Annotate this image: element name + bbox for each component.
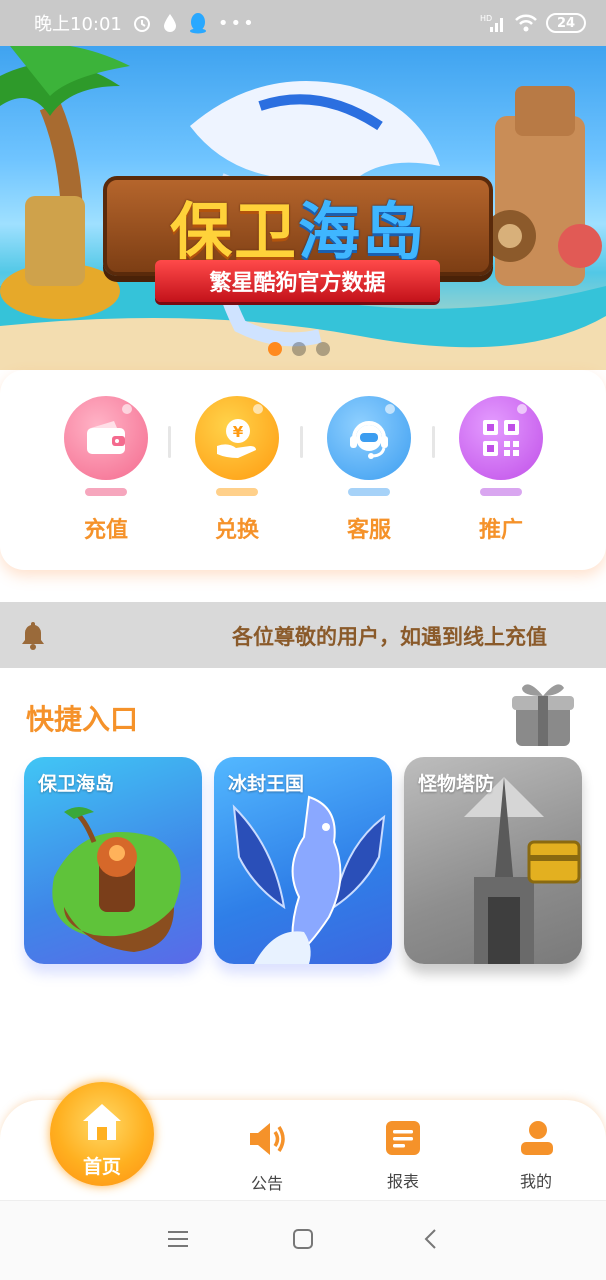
game-banner[interactable]: 保卫海岛 繁星酷狗官方数据 bbox=[0, 46, 606, 370]
gift-box-icon[interactable] bbox=[508, 678, 578, 754]
banner-subtitle-ribbon: 繁星酷狗官方数据 bbox=[155, 260, 440, 302]
nav-home-button[interactable]: 首页 bbox=[50, 1082, 154, 1186]
promote-button[interactable]: 推广 bbox=[446, 396, 556, 544]
quick-entry-tile[interactable]: 保卫海岛 bbox=[24, 757, 202, 964]
nav-report[interactable]: 报表 bbox=[368, 1118, 438, 1192]
yuan-hand-icon: ¥ bbox=[195, 396, 279, 480]
nav-label: 我的 bbox=[519, 1172, 552, 1191]
tile-name: 冰封王国 bbox=[228, 773, 305, 795]
user-icon bbox=[516, 1121, 556, 1162]
svg-text:¥: ¥ bbox=[233, 423, 244, 441]
banner-title-part1: 保卫 bbox=[169, 195, 298, 268]
quick-entry-title: 快捷入口 bbox=[26, 703, 139, 736]
recharge-button[interactable]: 充值 bbox=[51, 396, 161, 544]
status-time: 晚上10:01 bbox=[34, 14, 122, 35]
more-icon: ••• bbox=[217, 12, 256, 34]
tile-name: 保卫海岛 bbox=[38, 773, 115, 795]
notice-text: 各位尊敬的用户，如遇到线上充值 bbox=[232, 625, 547, 649]
nav-profile[interactable]: 我的 bbox=[501, 1118, 571, 1192]
banner-title: 保卫海岛 bbox=[170, 181, 426, 271]
home-icon bbox=[80, 1100, 124, 1148]
exchange-button[interactable]: ¥ 兑换 bbox=[182, 396, 292, 544]
quick-entry-tile[interactable]: 怪物塔防 bbox=[404, 757, 582, 964]
banner-pagination bbox=[268, 342, 330, 356]
qrcode-icon bbox=[459, 396, 543, 480]
banner-dot[interactable] bbox=[316, 342, 330, 356]
network-label: HD bbox=[480, 14, 492, 23]
battery-level: 24 bbox=[556, 15, 576, 31]
wifi-icon bbox=[514, 13, 538, 33]
report-icon bbox=[383, 1121, 423, 1162]
nav-label: 报表 bbox=[386, 1172, 419, 1191]
home-square-icon[interactable] bbox=[291, 1227, 315, 1255]
nav-label: 公告 bbox=[250, 1174, 283, 1193]
banner-dot[interactable] bbox=[268, 342, 282, 356]
speaker-icon bbox=[246, 1123, 288, 1164]
home-label: 首页 bbox=[82, 1156, 121, 1178]
customer-service-button[interactable]: 客服 bbox=[314, 396, 424, 544]
notice-bar[interactable]: 各位尊敬的用户，如遇到线上充值 bbox=[0, 602, 606, 668]
wallet-icon bbox=[64, 396, 148, 480]
customer-service-label: 客服 bbox=[346, 518, 391, 543]
back-icon[interactable] bbox=[420, 1227, 444, 1255]
signal-icon: HD bbox=[480, 13, 506, 33]
drop-icon bbox=[162, 13, 178, 33]
alarm-icon bbox=[132, 13, 152, 33]
status-bar: 晚上10:01 ••• HD 24 bbox=[0, 0, 606, 46]
promote-label: 推广 bbox=[478, 518, 523, 543]
system-nav-bar bbox=[0, 1200, 606, 1280]
bell-icon bbox=[20, 620, 46, 654]
battery-indicator: 24 bbox=[546, 13, 586, 33]
app-screen: 晚上10:01 ••• HD 24 保卫海岛 繁星酷狗官方数据 充值 ¥ 兑换 … bbox=[0, 0, 606, 1280]
banner-title-part2: 海岛 bbox=[298, 195, 427, 268]
recharge-label: 充值 bbox=[83, 518, 128, 543]
exchange-label: 兑换 bbox=[214, 518, 259, 543]
tile-name: 怪物塔防 bbox=[418, 773, 495, 795]
quick-actions-card: 充值 ¥ 兑换 客服 推广 bbox=[0, 370, 606, 570]
quick-entry-tile[interactable]: 冰封王国 bbox=[214, 757, 392, 964]
qq-icon bbox=[188, 12, 208, 34]
banner-dot[interactable] bbox=[292, 342, 306, 356]
headset-icon bbox=[327, 396, 411, 480]
menu-icon[interactable] bbox=[166, 1227, 190, 1255]
banner-subtitle: 繁星酷狗官方数据 bbox=[209, 271, 386, 296]
nav-announcement[interactable]: 公告 bbox=[232, 1118, 302, 1194]
